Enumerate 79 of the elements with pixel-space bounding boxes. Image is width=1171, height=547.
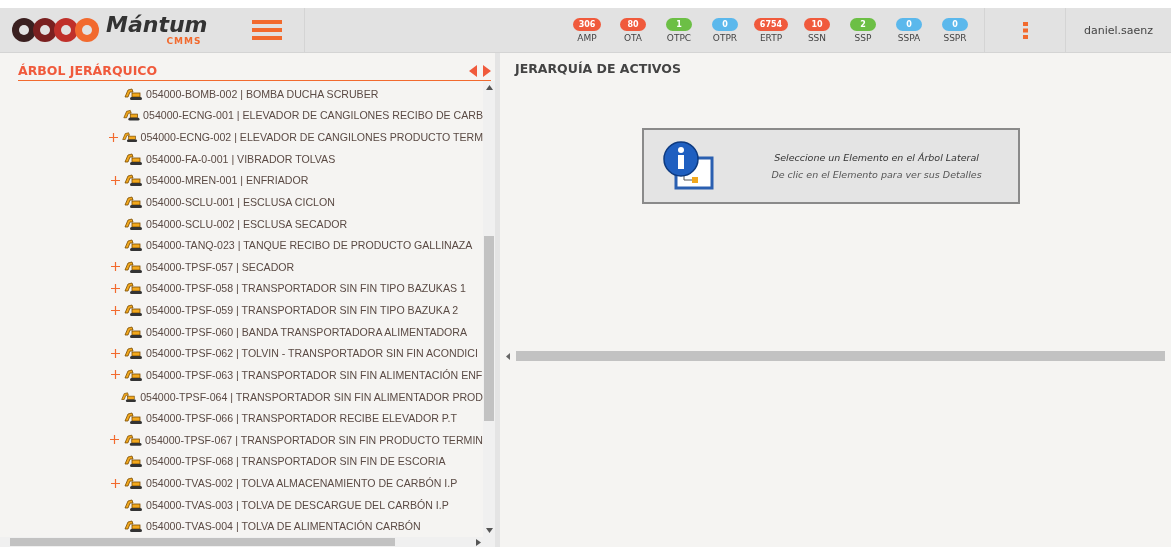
- tree-item[interactable]: 054000-TVAS-004 | TOLVA DE ALIMENTACIÓN CARBÓN: [146, 520, 421, 533]
- scroll-right-icon[interactable]: [476, 538, 481, 546]
- excavator-icon: [120, 389, 138, 404]
- excavator-icon: [123, 497, 143, 512]
- counter-label: SSPR: [943, 32, 967, 43]
- excavator-icon: [123, 519, 143, 534]
- scrollbar-thumb[interactable]: [516, 351, 1165, 361]
- excavator-icon: [122, 432, 143, 447]
- notice-heading: Seleccione un Elemento en el Árbol Lateral: [774, 152, 979, 163]
- tree-item[interactable]: 054000-MREN-001 | ENFRIADOR: [146, 174, 309, 187]
- tree-item[interactable]: 054000-FA-0-001 | VIBRADOR TOLVAS: [146, 152, 336, 165]
- section-title: JERARQUÍA DE ACTIVOS: [515, 61, 682, 76]
- expand-icon[interactable]: [110, 348, 120, 358]
- collapse-arrows-icon[interactable]: [469, 64, 491, 77]
- excavator-icon: [121, 108, 141, 123]
- excavator-icon: [123, 411, 143, 426]
- excavator-icon: [123, 238, 143, 253]
- counter-label: OTA: [623, 32, 642, 43]
- excavator-icon: [123, 367, 143, 382]
- tree-item[interactable]: 054000-TPSF-064 | TRANSPORTADOR SIN FIN ALIMENTADOR PROD: [140, 390, 483, 403]
- excavator-icon: [120, 130, 138, 145]
- tree-item[interactable]: 054000-BOMB-002 | BOMBA DUCHA SCRUBER: [146, 87, 379, 100]
- tree-item[interactable]: 054000-TANQ-023 | TANQUE RECIBO DE PRODUCTO GALLINAZA: [146, 239, 473, 252]
- scroll-left-icon[interactable]: [506, 352, 510, 360]
- menu-button[interactable]: [252, 20, 282, 40]
- panel-title: ÁRBOL JERÁRQUICO: [18, 63, 158, 78]
- expand-icon[interactable]: [109, 132, 119, 142]
- expand-icon[interactable]: [110, 283, 120, 293]
- scrollbar-thumb[interactable]: [10, 538, 395, 546]
- tree-item[interactable]: 054000-TVAS-003 | TOLVA DE DESCARGUE DEL CARBÓN I.P: [146, 498, 449, 511]
- expand-icon[interactable]: [110, 262, 120, 272]
- tree-item[interactable]: 054000-ECNG-002 | ELEVADOR DE CANGILONES PRODUCTO TERM: [140, 131, 483, 144]
- excavator-icon: [123, 324, 143, 339]
- excavator-icon: [123, 281, 143, 296]
- counter-label: SSP: [854, 32, 872, 43]
- logo-subtitle: CMMS: [166, 36, 202, 46]
- logo-name: Mántum: [106, 14, 208, 36]
- tree-item[interactable]: 054000-TPSF-067 | TRANSPORTADOR SIN FIN PRODUCTO TERMIN: [145, 433, 483, 446]
- excavator-icon: [123, 151, 143, 166]
- excavator-icon: [123, 454, 143, 469]
- tree-item[interactable]: 054000-TPSF-060 | BANDA TRANSPORTADORA ALIMENTADORA: [146, 325, 468, 338]
- excavator-icon: [123, 346, 143, 361]
- excavator-icon: [123, 86, 143, 101]
- tree-item[interactable]: 054000-TPSF-059 | TRANSPORTADOR SIN FIN TIPO BAZUKA 2: [146, 304, 459, 317]
- scroll-down-icon[interactable]: [485, 528, 493, 533]
- info-icon: [661, 140, 716, 192]
- tree-item[interactable]: 054000-SCLU-001 | ESCLUSA CICLON: [146, 195, 335, 208]
- user-name[interactable]: daniel.saenz: [1065, 8, 1171, 52]
- gears-logo-icon: [10, 16, 102, 44]
- expand-icon[interactable]: [110, 305, 120, 315]
- counter-label: OTPR: [712, 32, 738, 43]
- tree-item[interactable]: 054000-TPSF-062 | TOLVIN - TRANSPORTADOR SIN FIN ACONDICI: [146, 347, 478, 360]
- counter-label: SSPA: [897, 32, 921, 43]
- tree-item[interactable]: 054000-TPSF-057 | SECADOR: [146, 260, 295, 273]
- more-options-icon[interactable]: [1022, 21, 1028, 39]
- tree-item[interactable]: 054000-TVAS-002 | TOLVA ALMACENAMIENTO DE CARBÓN I.P: [146, 477, 458, 490]
- tree-item[interactable]: 054000-TPSF-063 | TRANSPORTADOR SIN FIN ALIMENTACIÓN ENF: [146, 368, 483, 381]
- excavator-icon: [123, 259, 143, 274]
- counter-label: SSN: [807, 32, 827, 43]
- counter-label: AMP: [577, 32, 597, 43]
- scrollbar-thumb[interactable]: [484, 236, 494, 421]
- excavator-icon: [123, 476, 143, 491]
- scroll-up-icon[interactable]: [485, 85, 493, 90]
- tree-item[interactable]: 054000-TPSF-058 | TRANSPORTADOR SIN FIN TIPO BAZUKAS 1: [146, 282, 466, 295]
- excavator-icon: [123, 173, 143, 188]
- tree-item[interactable]: 054000-TPSF-066 | TRANSPORTADOR RECIBE ELEVADOR P.T: [146, 412, 457, 425]
- expand-icon[interactable]: [110, 435, 120, 445]
- tree-item[interactable]: 054000-TPSF-068 | TRANSPORTADOR SIN FIN DE ESCORIA: [146, 455, 446, 468]
- expand-icon[interactable]: [110, 370, 120, 380]
- notice-text: De clic en el Elemento para ver sus Detalles: [771, 169, 982, 180]
- counter-label: ERTP: [759, 32, 783, 43]
- counter-label: OTPC: [666, 32, 692, 43]
- excavator-icon: [123, 194, 143, 209]
- excavator-icon: [123, 216, 143, 231]
- tree-item[interactable]: 054000-SCLU-002 | ESCLUSA SECADOR: [146, 217, 348, 230]
- expand-icon[interactable]: [110, 175, 120, 185]
- tree-item[interactable]: 054000-ECNG-001 | ELEVADOR DE CANGILONES RECIBO DE CARB: [143, 109, 483, 122]
- excavator-icon: [123, 303, 143, 318]
- expand-icon[interactable]: [110, 478, 120, 488]
